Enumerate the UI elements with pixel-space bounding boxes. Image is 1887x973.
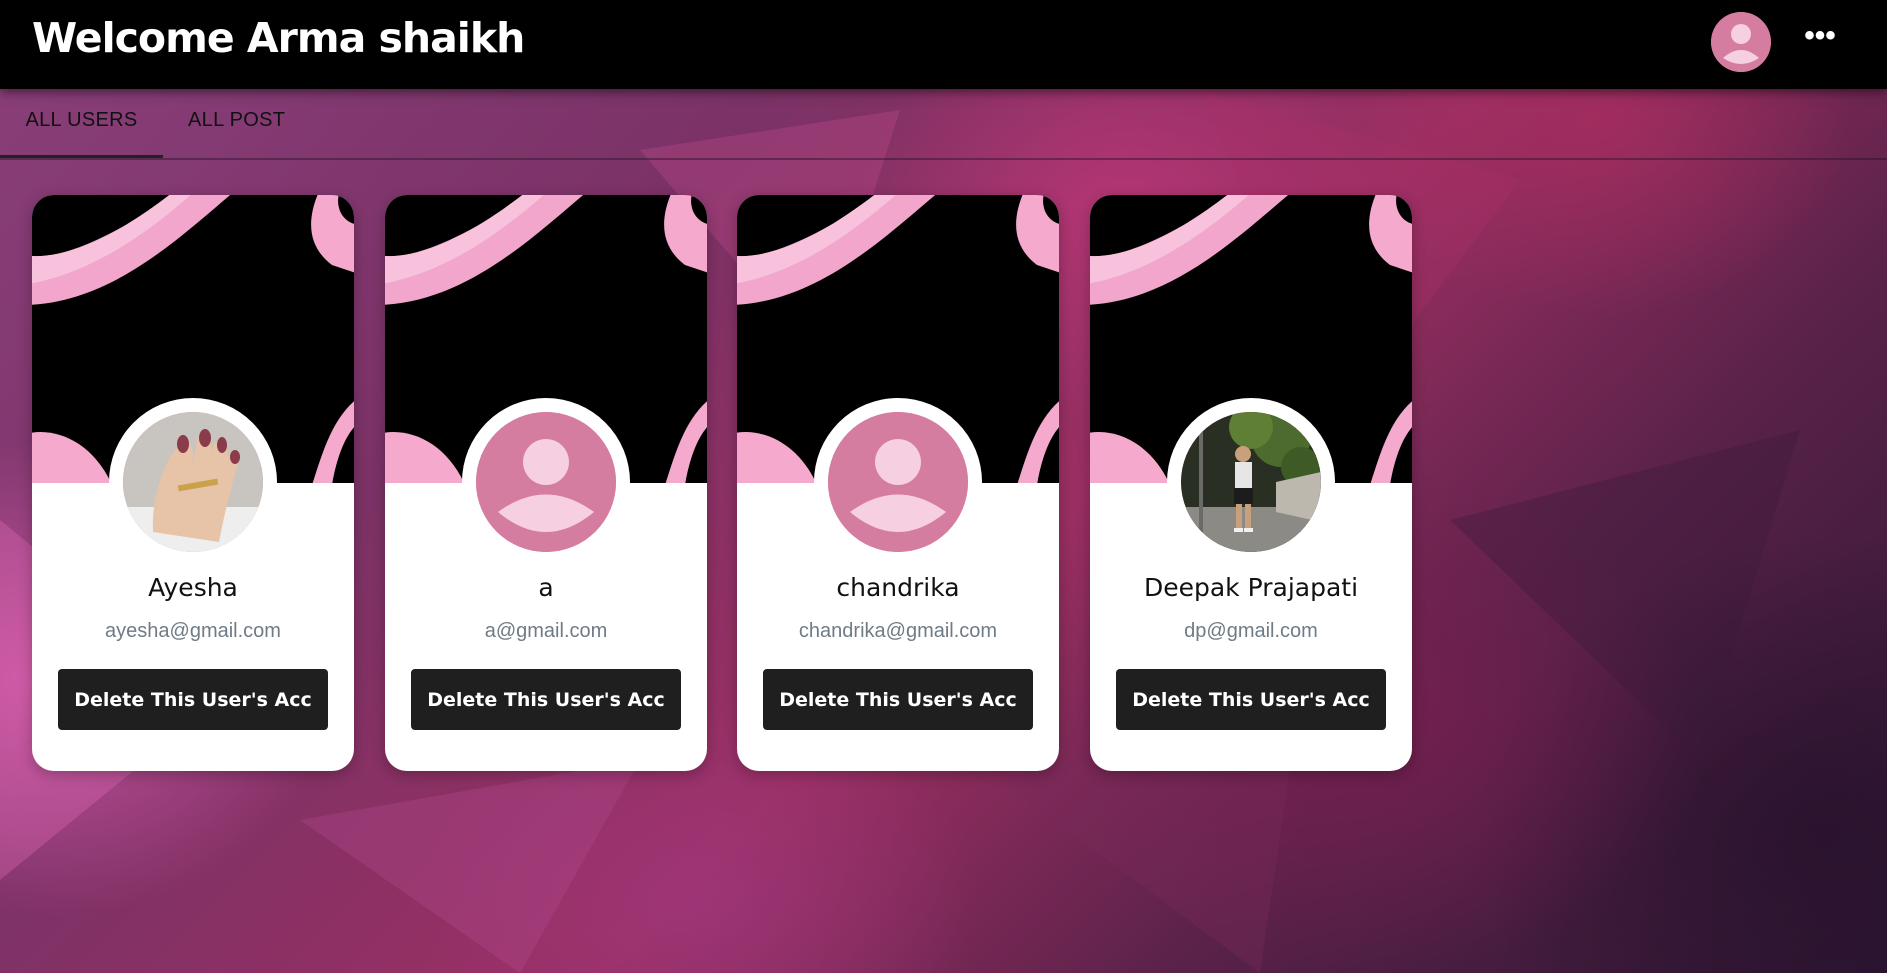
- default-avatar-icon: [828, 412, 968, 552]
- user-email: a@gmail.com: [484, 620, 608, 642]
- avatar-frame: [1167, 398, 1335, 566]
- user-name: Ayesha: [148, 573, 238, 602]
- avatar-frame: [462, 398, 630, 566]
- avatar-frame: [814, 398, 982, 566]
- page-title: Welcome Arma shaikh: [32, 14, 525, 62]
- user-email: dp@gmail.com: [1184, 620, 1318, 642]
- tab-all-users[interactable]: ALL USERS: [0, 89, 163, 158]
- tab-bar: ALL USERS ALL POST: [0, 89, 1887, 160]
- manicured-hand-photo: [123, 412, 263, 552]
- tab-all-post[interactable]: ALL POST: [188, 89, 285, 155]
- user-card: Ayesha ayesha@gmail.com Delete This User…: [32, 195, 354, 771]
- user-name: Deepak Prajapati: [1143, 573, 1359, 602]
- person-street-photo: [1181, 412, 1321, 552]
- delete-user-button[interactable]: Delete This User's Acc: [58, 669, 328, 730]
- user-avatar-icon[interactable]: [1711, 12, 1771, 72]
- user-name: chandrika: [836, 573, 960, 602]
- delete-user-button[interactable]: Delete This User's Acc: [1116, 669, 1386, 730]
- more-horizontal-icon[interactable]: •••: [1800, 20, 1840, 64]
- default-avatar-icon: [476, 412, 616, 552]
- delete-user-button[interactable]: Delete This User's Acc: [763, 669, 1033, 730]
- user-card: a a@gmail.com Delete This User's Acc: [385, 195, 707, 771]
- user-card: Deepak Prajapati dp@gmail.com Delete Thi…: [1090, 195, 1412, 771]
- user-card: chandrika chandrika@gmail.com Delete Thi…: [737, 195, 1059, 771]
- user-email: chandrika@gmail.com: [798, 620, 998, 642]
- user-email: ayesha@gmail.com: [105, 620, 281, 642]
- delete-user-button[interactable]: Delete This User's Acc: [411, 669, 681, 730]
- user-name: a: [538, 573, 554, 602]
- avatar-frame: [109, 398, 277, 566]
- top-app-bar: Welcome Arma shaikh •••: [0, 0, 1887, 89]
